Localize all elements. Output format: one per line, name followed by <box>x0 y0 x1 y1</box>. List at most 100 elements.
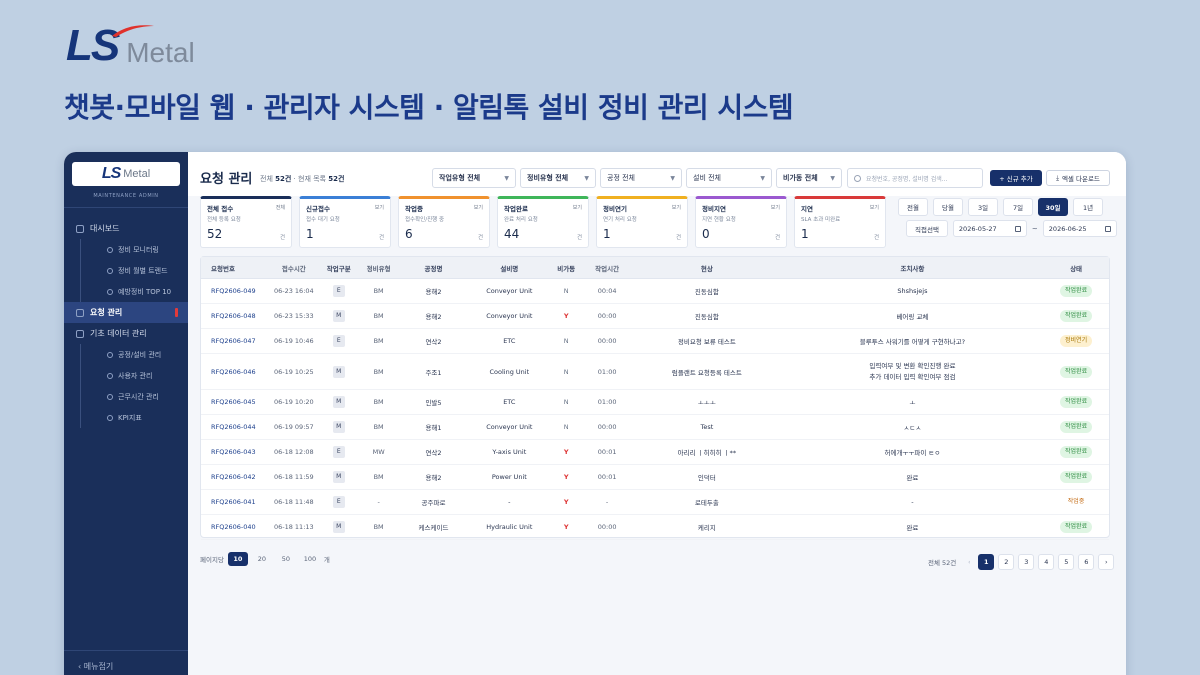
column-header[interactable]: 설비명 <box>468 263 550 273</box>
stat-card-tag[interactable]: 보기 <box>870 204 879 211</box>
excel-download-button[interactable]: ⤓ 엑셀 다운로드 <box>1046 170 1110 186</box>
date-from-input[interactable]: 2026-05-27 <box>952 220 1027 237</box>
period-button[interactable]: 당월 <box>933 198 963 216</box>
request-id-link[interactable]: RFQ2606-041 <box>201 498 269 506</box>
table-header: 요청번호 접수시간 작업구분 정비유형 공정명 설비명 비가동 작업시간 현상 조치사항 상태 <box>201 257 1109 279</box>
stat-card[interactable]: 작업완료 완료 처리 요청 보기 44 건 <box>497 196 589 248</box>
sidebar-logo[interactable]: LS Metal <box>72 162 180 186</box>
sidebar-item-monitoring[interactable]: 정비 모니터링 <box>80 239 188 260</box>
column-header[interactable]: 조치사항 <box>782 263 1043 273</box>
table-row[interactable]: RFQ2606-047 06-19 10:46 E BM 연삭2 ETC N 00:00 정비요… <box>201 329 1109 354</box>
filter-downtime[interactable]: 비가동 전체 ▼ <box>776 168 842 188</box>
sidebar-item-dashboard[interactable]: 대시보드 <box>64 218 188 239</box>
action: 허에개ㅜㅜ파이 ㅌㅇ <box>884 449 941 457</box>
sidebar-item-master-data[interactable]: 기초 데이터 관리 <box>64 323 188 344</box>
sidebar-item-work-hours[interactable]: 근무시간 관리 <box>80 386 188 407</box>
work-time: 00:00 <box>597 523 617 531</box>
column-header[interactable]: 요청번호 <box>201 263 269 273</box>
stat-card-tag[interactable]: 보기 <box>474 204 483 211</box>
page-2[interactable]: 2 <box>998 554 1015 570</box>
stat-card-value: 1 <box>306 227 314 241</box>
column-header[interactable]: 접수시간 <box>269 263 319 273</box>
request-id-link[interactable]: RFQ2606-049 <box>201 287 269 295</box>
stat-card-tag[interactable]: 전체 <box>276 204 285 211</box>
period-button[interactable]: 전월 <box>898 198 928 216</box>
request-id-link[interactable]: RFQ2606-042 <box>201 473 269 481</box>
status-cell: 작업중 <box>1043 496 1109 508</box>
table-row[interactable]: RFQ2606-042 06-18 11:59 M BM 용해2 Power Unit Y 0… <box>201 465 1109 490</box>
filter-equipment[interactable]: 설비 전체 ▼ <box>686 168 772 188</box>
column-header[interactable]: 상태 <box>1043 263 1109 273</box>
request-id-link[interactable]: RFQ2606-048 <box>201 312 269 320</box>
gear-icon <box>76 329 84 338</box>
request-id-link[interactable]: RFQ2606-040 <box>201 523 269 531</box>
request-id-link[interactable]: RFQ2606-047 <box>201 337 269 345</box>
headline: 챗봇·모바일 웹 · 관리자 시스템 · 알림톡 설비 정비 관리 시스템 <box>64 91 794 124</box>
table-row[interactable]: RFQ2606-044 06-19 09:57 M BM 용해1 Conveyor Uni… <box>201 415 1109 440</box>
work-type-cell: M <box>319 310 359 322</box>
column-header[interactable]: 비가동 <box>550 263 582 273</box>
page-size-50[interactable]: 50 <box>276 552 296 566</box>
table-row[interactable]: RFQ2606-043 06-18 12:08 E MW 연삭2 Y-axis Unit Y… <box>201 440 1109 465</box>
date-to-input[interactable]: 2026-06-25 <box>1042 220 1117 237</box>
page-5[interactable]: 5 <box>1058 554 1075 570</box>
column-header[interactable]: 현상 <box>632 263 782 273</box>
page-3[interactable]: 3 <box>1018 554 1035 570</box>
stat-card-subtitle: 연기 처리 요청 <box>603 217 637 223</box>
stat-card-tag[interactable]: 보기 <box>771 204 780 211</box>
page-1[interactable]: 1 <box>978 554 995 570</box>
stat-card-value: 1 <box>603 227 611 241</box>
column-header[interactable]: 정비유형 <box>359 263 399 273</box>
stat-card[interactable]: 정비연기 연기 처리 요청 보기 1 건 <box>596 196 688 248</box>
page-size-100[interactable]: 100 <box>300 552 320 566</box>
column-header[interactable]: 작업구분 <box>319 263 359 273</box>
page-4[interactable]: 4 <box>1038 554 1055 570</box>
collapse-menu-button[interactable]: ‹ 메뉴접기 <box>64 650 188 675</box>
sidebar-item-top10[interactable]: 예방정비 TOP 10 <box>80 281 188 302</box>
stat-card[interactable]: 신규접수 접수 대기 요청 보기 1 건 <box>299 196 391 248</box>
stat-card-tag[interactable]: 보기 <box>375 204 384 211</box>
period-button[interactable]: 3일 <box>968 198 998 216</box>
table-row[interactable]: RFQ2606-041 06-18 11:48 E - 공주파로 - Y - 로테두출 - 작업중 <box>201 490 1109 515</box>
sidebar-item-kpi[interactable]: KPI지표 <box>80 407 188 428</box>
stat-card-tag[interactable]: 보기 <box>573 204 582 211</box>
filter-work-type[interactable]: 작업유형 전체 ▼ <box>432 168 516 188</box>
stat-card[interactable]: 작업중 접수확인/진행 중 보기 6 건 <box>398 196 490 248</box>
downtime-cell: N <box>563 287 569 295</box>
page-size-20[interactable]: 20 <box>252 552 272 566</box>
page-size-10[interactable]: 10 <box>227 552 248 566</box>
stat-card-tag[interactable]: 보기 <box>672 204 681 211</box>
sidebar-item-users[interactable]: 사용자 관리 <box>80 365 188 386</box>
search-input[interactable]: 요청번호, 공정명, 설비명 검색... <box>847 168 983 188</box>
table-row[interactable]: RFQ2606-046 06-19 10:25 M BM 주조1 Cooling Unit… <box>201 354 1109 390</box>
status-badge: 작업완료 <box>1060 446 1093 458</box>
table-row[interactable]: RFQ2606-040 06-18 11:13 M BM 케스케이드 Hydraulic … <box>201 515 1109 540</box>
status-badge: 작업완료 <box>1060 471 1093 483</box>
period-button[interactable]: 7일 <box>1003 198 1033 216</box>
period-button[interactable]: 30일 <box>1038 198 1068 216</box>
stat-card[interactable]: 지연 SLA 초과 미완료 보기 1 건 <box>794 196 886 248</box>
filter-process[interactable]: 공정 전체 ▼ <box>600 168 682 188</box>
stat-card[interactable]: 정비지연 지연 현황 요청 보기 0 건 <box>695 196 787 248</box>
column-header[interactable]: 작업시간 <box>582 263 632 273</box>
table-row[interactable]: RFQ2606-048 06-23 15:33 M BM 용해2 Conveyor Uni… <box>201 304 1109 329</box>
period-button[interactable]: 1년 <box>1073 198 1103 216</box>
filter-maintenance-type[interactable]: 정비유형 전체 ▼ <box>520 168 596 188</box>
stat-card[interactable]: 전체 접수 전체 등록 요청 전체 52 건 <box>200 196 292 248</box>
sidebar-item-monthly-trend[interactable]: 정비 월별 트렌드 <box>80 260 188 281</box>
table-row[interactable]: RFQ2606-049 06-23 16:04 E BM 용해2 Conveyor Uni… <box>201 279 1109 304</box>
add-request-button[interactable]: + 신규 추가 <box>990 170 1042 186</box>
request-id-link[interactable]: RFQ2606-046 <box>201 368 269 376</box>
sidebar-item-requests[interactable]: 요청 관리 <box>64 302 188 323</box>
prev-page-button[interactable]: ‹ <box>964 554 974 570</box>
sidebar-item-process-equipment[interactable]: 공정/설비 관리 <box>80 344 188 365</box>
next-page-button[interactable]: › <box>1098 554 1115 570</box>
table-row[interactable]: RFQ2606-045 06-19 10:20 M BM 인발5 ETC N 01:00 ㅗㅗㅗ… <box>201 390 1109 415</box>
work-type-cell: M <box>319 396 359 408</box>
request-id-link[interactable]: RFQ2606-045 <box>201 398 269 406</box>
page-6[interactable]: 6 <box>1078 554 1095 570</box>
request-id-link[interactable]: RFQ2606-043 <box>201 448 269 456</box>
direct-select-button[interactable]: 직접선택 <box>906 220 948 237</box>
column-header[interactable]: 공정명 <box>399 263 469 273</box>
request-id-link[interactable]: RFQ2606-044 <box>201 423 269 431</box>
